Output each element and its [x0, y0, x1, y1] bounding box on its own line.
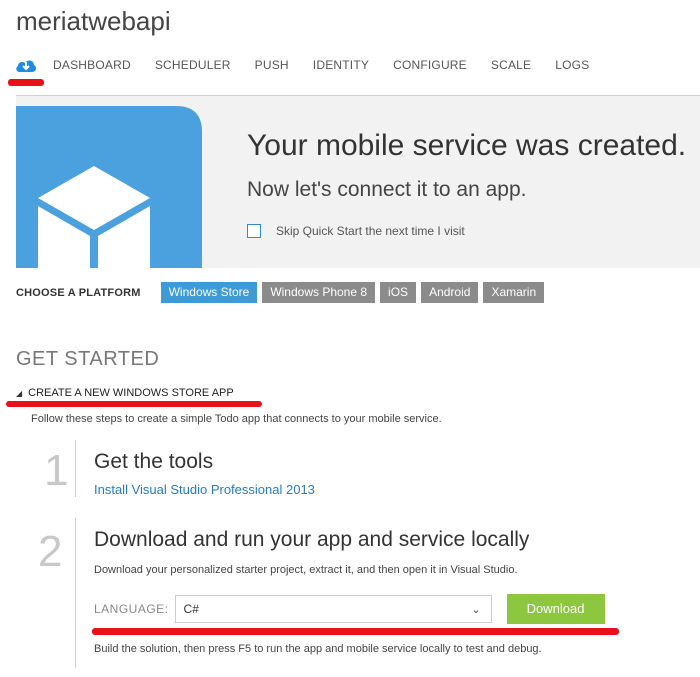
platform-windows-phone-button[interactable]: Windows Phone 8 — [262, 282, 376, 303]
collapse-triangle-icon: ◢ — [16, 388, 23, 398]
platform-xamarin-button[interactable]: Xamarin — [483, 282, 545, 303]
tab-scheduler[interactable]: SCHEDULER — [155, 58, 231, 72]
tab-logs[interactable]: LOGS — [555, 58, 589, 72]
language-row: LANGUAGE: C# ⌄ Download — [94, 594, 605, 624]
skip-quickstart[interactable]: Skip Quick Start the next time I visit — [247, 224, 465, 238]
chevron-down-icon: ⌄ — [471, 603, 481, 616]
banner-heading: Your mobile service was created. — [247, 129, 687, 162]
language-label: LANGUAGE: — [94, 602, 169, 616]
annotation-underline-icon — [92, 628, 619, 635]
welcome-banner: Your mobile service was created. Now let… — [16, 96, 700, 268]
skip-checkbox[interactable] — [247, 224, 261, 238]
tab-scale[interactable]: SCALE — [491, 58, 531, 72]
tab-identity[interactable]: IDENTITY — [313, 58, 369, 72]
step-1-title: Get the tools — [94, 450, 214, 473]
step-2-title: Download and run your app and service lo… — [94, 528, 530, 551]
create-section-label: CREATE A NEW WINDOWS STORE APP — [28, 387, 234, 399]
step-1-divider — [75, 440, 76, 497]
banner-subheading: Now let's connect it to an app. — [247, 178, 527, 201]
create-section-toggle[interactable]: ◢ CREATE A NEW WINDOWS STORE APP — [16, 387, 234, 399]
platform-ios-button[interactable]: iOS — [380, 282, 417, 303]
tab-push[interactable]: PUSH — [255, 58, 289, 72]
step-2-description: Download your personalized starter proje… — [94, 564, 518, 576]
skip-label: Skip Quick Start the next time I visit — [276, 224, 465, 238]
step-2-footer: Build the solution, then press F5 to run… — [94, 643, 542, 655]
download-button[interactable]: Download — [506, 594, 605, 624]
language-select[interactable]: C# ⌄ — [174, 595, 492, 623]
get-started-heading: GET STARTED — [16, 348, 160, 370]
language-value: C# — [183, 602, 199, 616]
install-vs-link[interactable]: Install Visual Studio Professional 2013 — [94, 482, 315, 497]
step-1-number: 1 — [44, 446, 69, 495]
annotation-underline-icon — [8, 79, 44, 86]
top-nav: DASHBOARD SCHEDULER PUSH IDENTITY CONFIG… — [0, 56, 700, 78]
mobile-device-cube-icon — [16, 106, 202, 268]
quickstart-cloud-icon[interactable] — [15, 58, 37, 79]
platform-windows-store-button[interactable]: Windows Store — [160, 282, 258, 303]
platform-chooser: CHOOSE A PLATFORM Windows Store Windows … — [16, 282, 549, 303]
app-title: meriatwebapi — [16, 6, 171, 36]
platform-label: CHOOSE A PLATFORM — [16, 286, 141, 299]
step-2-number: 2 — [38, 527, 63, 576]
annotation-underline-icon — [6, 401, 262, 407]
platform-android-button[interactable]: Android — [421, 282, 479, 303]
tab-configure[interactable]: CONFIGURE — [393, 58, 467, 72]
nav-tabs: DASHBOARD SCHEDULER PUSH IDENTITY CONFIG… — [53, 58, 613, 72]
intro-text: Follow these steps to create a simple To… — [31, 413, 442, 425]
step-2-divider — [75, 518, 76, 668]
tab-dashboard[interactable]: DASHBOARD — [53, 58, 131, 72]
